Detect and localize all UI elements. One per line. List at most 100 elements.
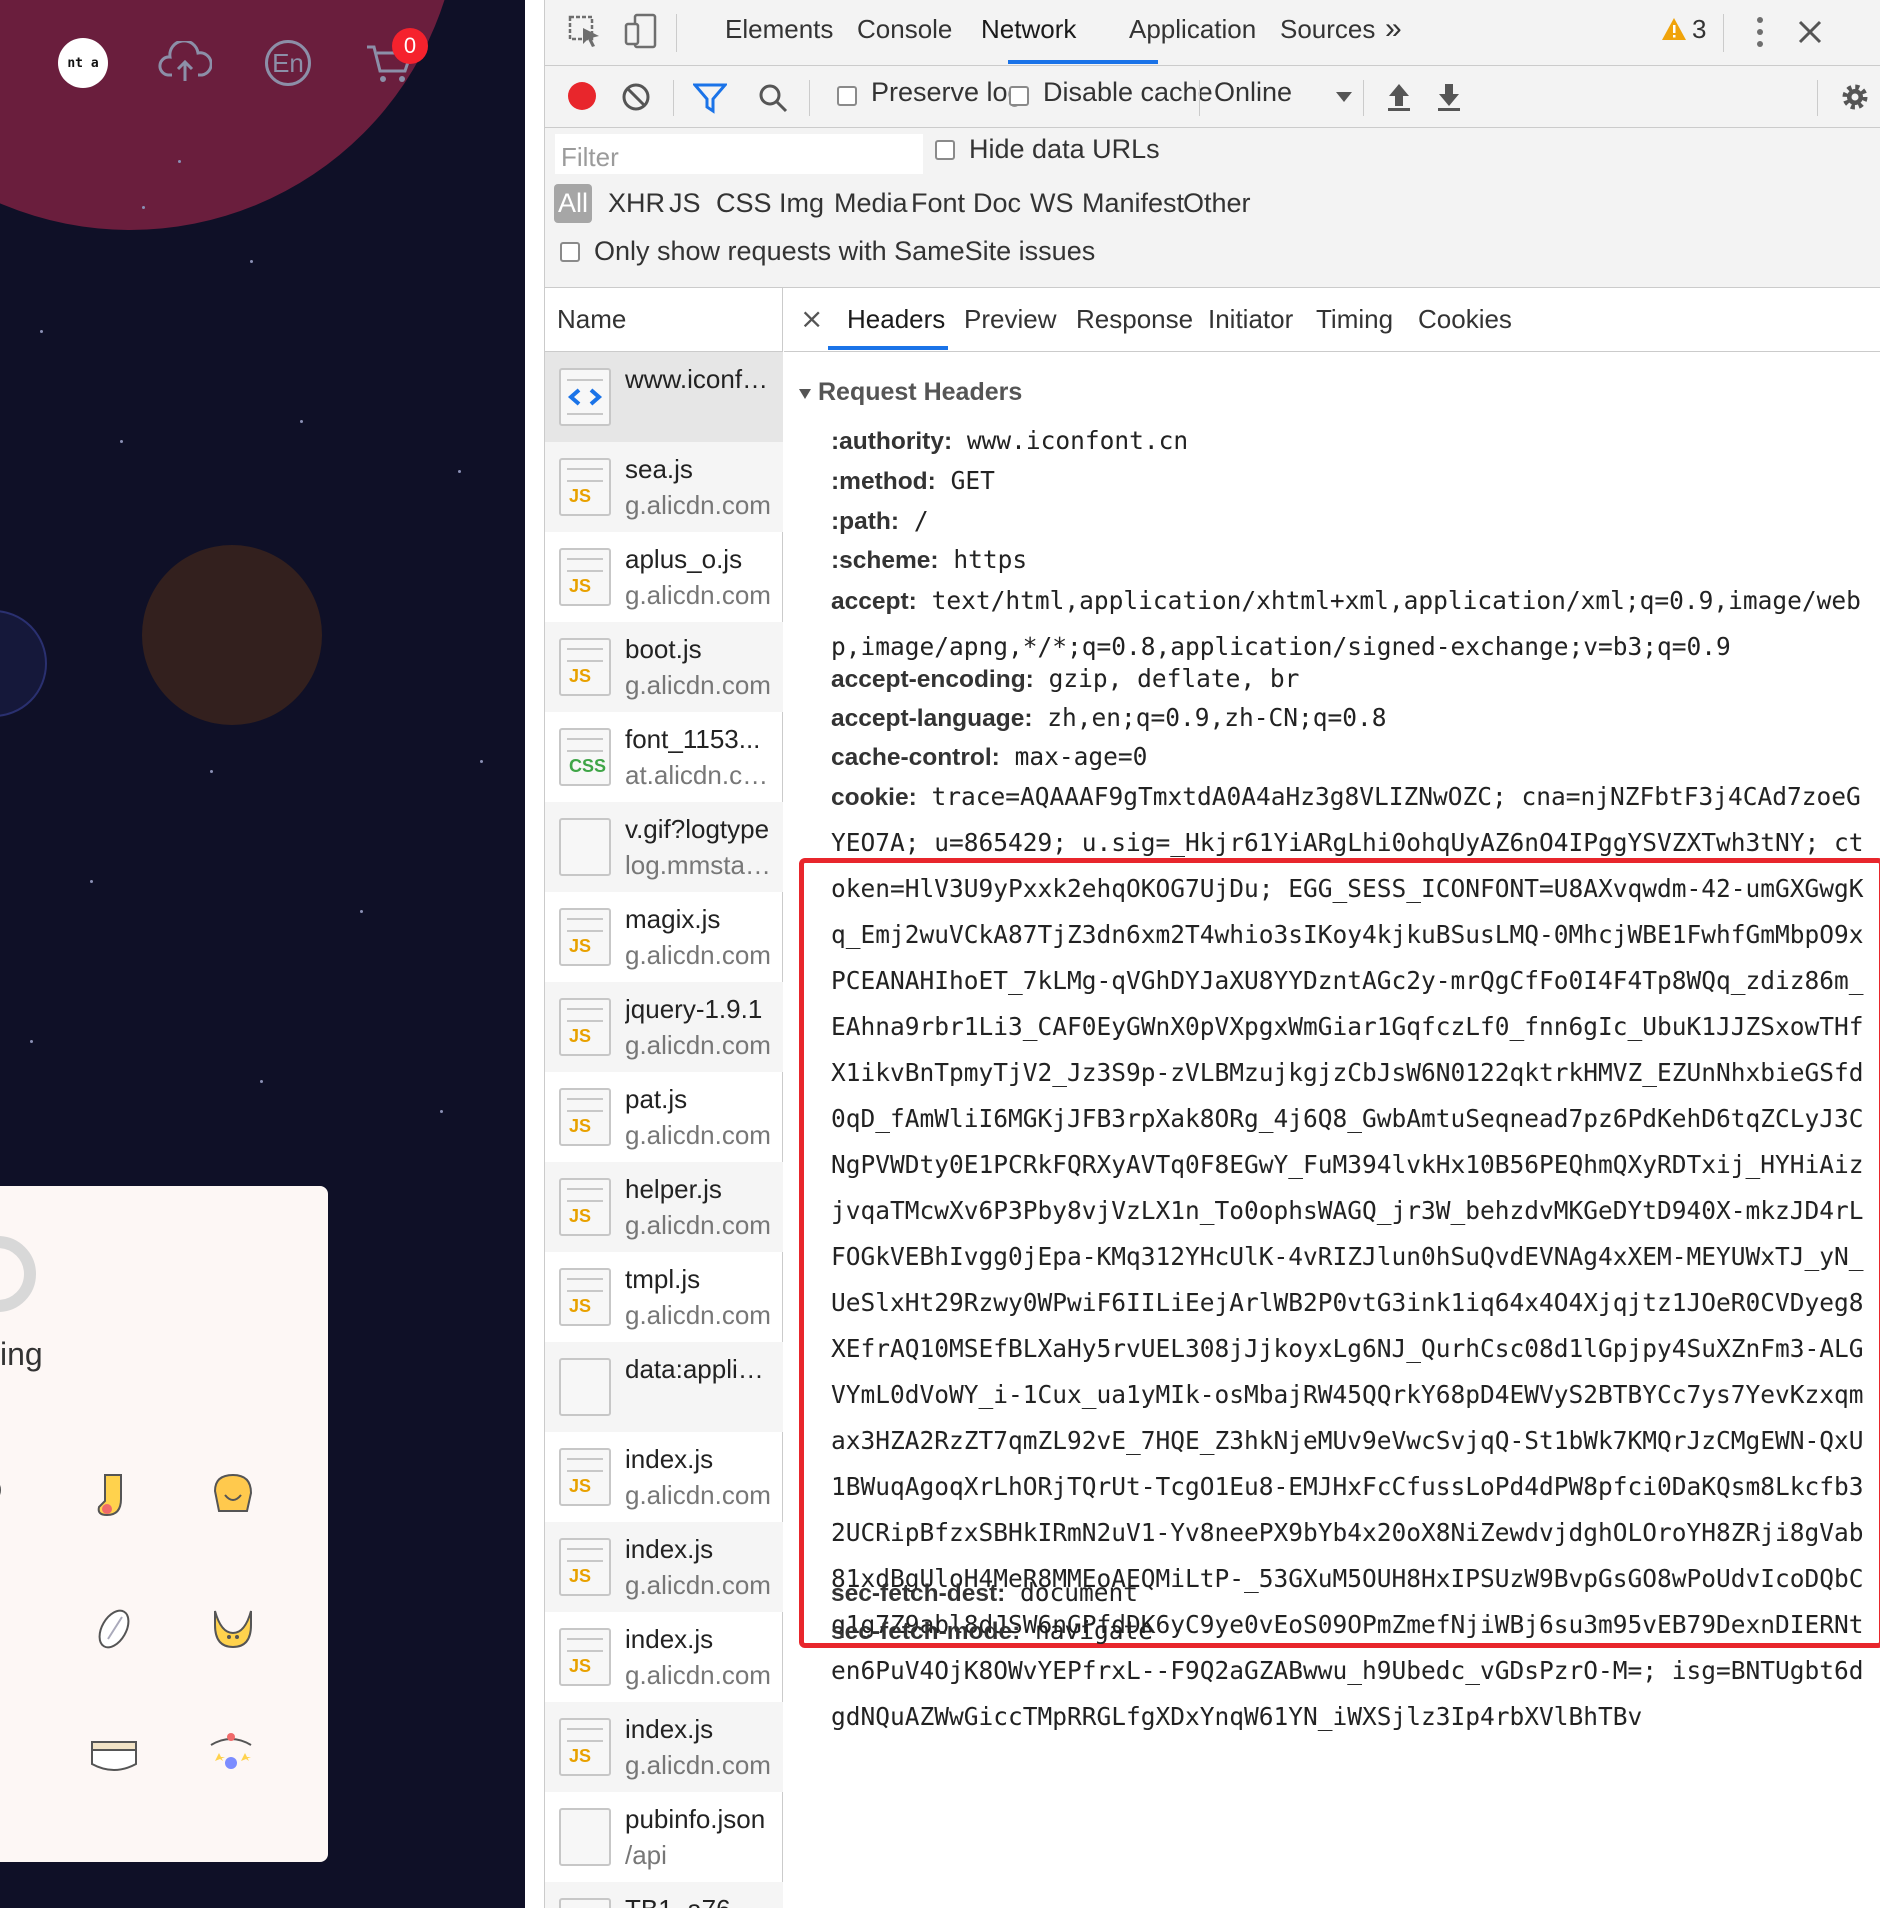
name-column-header[interactable]: Name [545,288,782,352]
active-detail-tab-indicator [828,346,948,350]
preserve-log-checkbox[interactable] [837,86,857,106]
request-headers-title: Request Headers [818,378,1023,406]
warning-icon[interactable] [1661,17,1687,46]
warning-count[interactable]: 3 [1692,14,1706,45]
inspect-element-icon[interactable] [567,14,603,55]
js-file-icon: JS [559,908,611,966]
tab-initiator[interactable]: Initiator [1208,304,1293,335]
request-headers-section[interactable]: Request Headers [798,378,1022,407]
request-host: g.alicdn.com [625,1120,771,1150]
rattle-icon[interactable] [0,1726,16,1786]
planet-decoration-small [0,610,47,717]
filter-type-css[interactable]: CSS [712,184,776,223]
sock-icon[interactable] [85,1466,145,1526]
user-avatar[interactable]: nt a [58,38,108,88]
request-row[interactable]: JS magix.js g.alicdn.com [545,892,783,982]
tab-headers[interactable]: Headers [847,304,945,335]
language-switch-button[interactable]: En [259,34,317,92]
tab-application[interactable]: Application [1129,14,1256,45]
request-host: log.mmstat.com [625,850,775,880]
disable-cache-label[interactable]: Disable cache [1043,77,1213,108]
clear-icon[interactable] [620,81,652,118]
bib-icon[interactable] [202,1598,262,1658]
request-row[interactable]: TB1_a76... [545,1882,783,1908]
request-host: g.alicdn.com [625,580,771,610]
tab-network[interactable]: Network [981,14,1076,45]
planet-decoration [142,545,322,725]
js-file-icon: JS [559,1448,611,1506]
disable-cache-checkbox[interactable] [1009,86,1029,106]
request-row[interactable]: JS pat.js g.alicdn.com [545,1072,783,1162]
request-row[interactable]: JS index.js g.alicdn.com [545,1432,783,1522]
upload-cloud-icon[interactable] [156,34,214,92]
request-detail-pane: × Headers Preview Response Initiator Tim… [784,288,1880,1908]
filter-type-xhr[interactable]: XHR [604,184,669,223]
request-host: g.alicdn.com [625,1750,771,1780]
filter-icon[interactable] [691,82,729,119]
request-row[interactable]: data:application [545,1342,783,1432]
filter-type-font[interactable]: Font [907,184,969,223]
pacifier-icon[interactable] [85,1598,145,1658]
filter-type-all[interactable]: All [554,184,593,223]
tab-cookies[interactable]: Cookies [1418,304,1512,335]
loading-ring-icon [0,1236,36,1312]
filter-type-other[interactable]: Other [1179,184,1255,223]
request-row[interactable]: JS aplus_o.js g.alicdn.com [545,532,783,622]
bib-hood-icon[interactable] [202,1466,262,1526]
request-name: tmpl.js [625,1264,701,1294]
tab-timing[interactable]: Timing [1316,304,1393,335]
samesite-checkbox[interactable] [560,242,580,262]
hide-data-urls-label[interactable]: Hide data URLs [969,134,1160,165]
request-row[interactable]: JS helper.js g.alicdn.com [545,1162,783,1252]
samesite-label[interactable]: Only show requests with SameSite issues [594,236,1095,267]
export-har-icon[interactable] [1435,80,1463,117]
more-tabs-button[interactable]: » [1385,12,1402,46]
request-row[interactable]: JS sea.js g.alicdn.com [545,442,783,532]
filter-type-img[interactable]: Img [775,184,828,223]
filter-input[interactable]: Filter [555,134,923,174]
hide-data-urls-checkbox[interactable] [935,140,955,160]
filter-type-doc[interactable]: Doc [969,184,1025,223]
header-scheme: :scheme: https [831,545,1028,574]
mobile-toy-icon[interactable] [202,1726,262,1786]
request-row[interactable]: JS index.js g.alicdn.com [545,1612,783,1702]
filter-type-ws[interactable]: WS [1026,184,1078,223]
request-row[interactable]: JS index.js g.alicdn.com [545,1702,783,1792]
tab-response[interactable]: Response [1076,304,1193,335]
more-options-icon[interactable] [1755,14,1765,55]
filter-type-media[interactable]: Media [830,184,912,223]
request-row[interactable]: JS boot.js g.alicdn.com [545,622,783,712]
request-row[interactable]: v.gif?logtype log.mmstat.com [545,802,783,892]
chevron-down-icon[interactable] [1335,90,1353,109]
request-host: g.alicdn.com [625,1030,771,1060]
spoon-icon[interactable] [0,1466,30,1526]
generic-file-icon [559,1898,611,1908]
tab-preview[interactable]: Preview [964,304,1056,335]
close-detail-icon[interactable]: × [800,302,823,335]
request-row[interactable]: JS index.js g.alicdn.com [545,1522,783,1612]
import-har-icon[interactable] [1385,80,1413,117]
tab-elements[interactable]: Elements [725,14,833,45]
close-devtools-icon[interactable] [1796,18,1824,51]
bottle-icon[interactable] [0,1598,16,1658]
request-row[interactable]: www.iconfont.cn [545,352,783,442]
filter-type-manifest[interactable]: Manifest [1078,184,1188,223]
tab-sources[interactable]: Sources [1280,14,1375,45]
settings-gear-icon[interactable] [1839,81,1871,118]
throttling-select[interactable]: Online [1214,77,1292,108]
request-host: g.alicdn.com [625,1300,771,1330]
diaper-icon[interactable] [85,1726,145,1786]
request-host: at.alicdn.com [625,760,775,790]
preserve-log-label[interactable]: Preserve log [871,77,1023,108]
request-row[interactable]: JS tmpl.js g.alicdn.com [545,1252,783,1342]
tab-console[interactable]: Console [857,14,952,45]
device-toolbar-icon[interactable] [623,12,659,55]
request-row[interactable]: CSS font_1153... at.alicdn.com [545,712,783,802]
request-row[interactable]: JS jquery-1.9.1 g.alicdn.com [545,982,783,1072]
search-icon[interactable] [757,82,789,119]
request-row[interactable]: pubinfo.json/api [545,1792,783,1882]
record-icon[interactable] [566,80,598,117]
filter-type-js[interactable]: JS [665,184,705,223]
icon-collection-card[interactable]: ing [0,1186,328,1862]
request-host: /api [625,1840,667,1870]
